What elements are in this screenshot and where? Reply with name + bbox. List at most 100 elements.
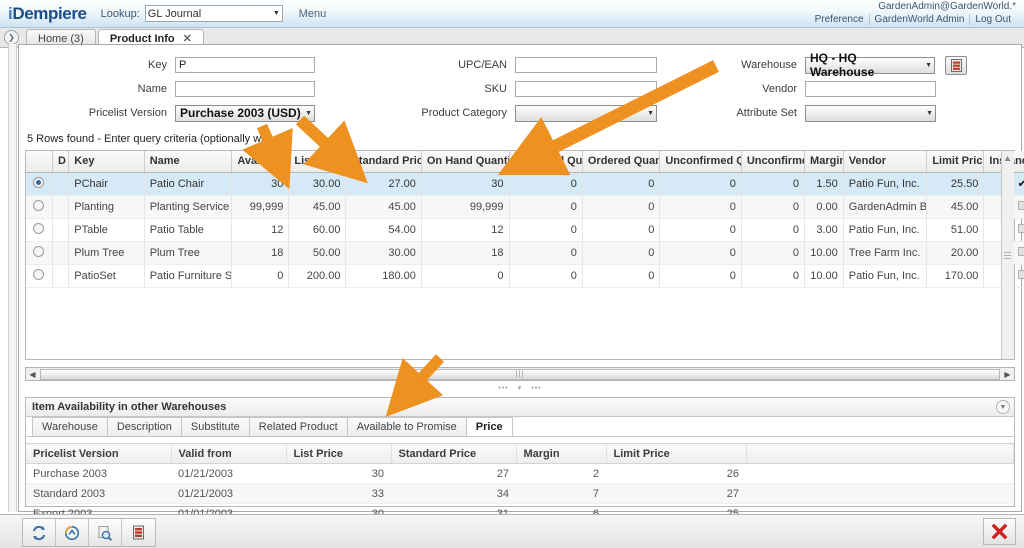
radio-icon[interactable]: [33, 177, 44, 188]
d-column-header[interactable]: D: [52, 151, 68, 172]
price-table: Pricelist VersionValid fromList PriceSta…: [26, 443, 1014, 524]
name-input[interactable]: [175, 81, 315, 97]
price-cell-valid-from: 01/21/2003: [171, 464, 286, 484]
detail-tab-price[interactable]: Price: [466, 417, 513, 436]
splitter-handle[interactable]: ▾: [518, 384, 523, 392]
row-select-radio[interactable]: [26, 218, 52, 241]
warehouse-select[interactable]: HQ - HQ Warehouse ▼: [805, 57, 935, 74]
lookup-select[interactable]: GL Journal ▼: [145, 5, 283, 22]
scroll-left-icon[interactable]: ◀: [26, 370, 39, 379]
table-row[interactable]: PlantingPlanting Service99,99945.0045.00…: [26, 195, 1024, 218]
close-window-button[interactable]: [983, 518, 1016, 545]
drop-ship-cell[interactable]: [52, 218, 68, 241]
price-table-row[interactable]: Standard 200301/21/20033334727: [26, 484, 1014, 504]
grid-horizontal-scrollbar[interactable]: ◀ ||| ▶: [25, 367, 1015, 381]
detail-tab-available-to-promise[interactable]: Available to Promise: [347, 417, 467, 436]
checkbox-icon[interactable]: [1018, 224, 1024, 233]
select-column-header[interactable]: [26, 151, 52, 172]
table-row[interactable]: PTablePatio Table1260.0054.001200003.00P…: [26, 218, 1024, 241]
table-row[interactable]: PatioSetPatio Furniture Set0200.00180.00…: [26, 264, 1024, 287]
logout-link[interactable]: Log Out: [969, 14, 1016, 25]
app-logo: iDempiere: [8, 4, 87, 24]
splitter-dots-right: •••: [531, 385, 541, 392]
key-column-header[interactable]: Key: [69, 151, 144, 172]
product-category-select[interactable]: ▼: [515, 105, 657, 122]
vendor-input[interactable]: [805, 81, 936, 97]
unconfirmed-mo-column-header[interactable]: Unconfirmed Mo: [741, 151, 804, 172]
price-cell-spacer: [746, 484, 1014, 504]
search-criteria-form: Key P UPC/EAN Warehouse HQ - HQ Warehous…: [19, 45, 1021, 127]
table-row[interactable]: PChairPatio Chair3030.0027.003000001.50P…: [26, 172, 1024, 195]
row-select-radio[interactable]: [26, 172, 52, 195]
radio-icon[interactable]: [33, 223, 44, 234]
drop-ship-cell[interactable]: [52, 172, 68, 195]
detail-tab-related-product[interactable]: Related Product: [249, 417, 348, 436]
pricelist-version-column-header[interactable]: Pricelist Version: [26, 444, 171, 464]
detail-tab-substitute[interactable]: Substitute: [181, 417, 250, 436]
panel-splitter[interactable]: ••• ▾ •••: [25, 383, 1015, 393]
detail-tab-warehouse[interactable]: Warehouse: [32, 417, 108, 436]
scroll-right-icon[interactable]: ▶: [1001, 370, 1014, 379]
cell-unconfirmed-qty: 0: [660, 172, 742, 195]
checkbox-icon[interactable]: [1018, 270, 1024, 279]
available-column-header[interactable]: Available: [232, 151, 289, 172]
warehouse-lookup-button[interactable]: [945, 56, 967, 75]
result-status-text: 5 Rows found - Enter query criteria (opt…: [19, 127, 1021, 150]
list-price-column-header[interactable]: List Price: [289, 151, 346, 172]
standard-price-column-header[interactable]: Standard Price: [346, 151, 421, 172]
margin-column-header[interactable]: Margin: [516, 444, 606, 464]
ordered-quantity-column-header[interactable]: Ordered Quantity: [582, 151, 659, 172]
cell-on-hand: 18: [421, 241, 509, 264]
name-column-header[interactable]: Name: [144, 151, 232, 172]
zoom-query-button[interactable]: [89, 519, 122, 546]
radio-icon[interactable]: [33, 246, 44, 257]
refresh-button[interactable]: [23, 519, 56, 546]
margin-column-header[interactable]: Margin: [805, 151, 844, 172]
detail-panel-header: Item Availability in other Warehouses ▼: [26, 398, 1014, 417]
scroll-up-icon[interactable]: [1004, 153, 1011, 160]
pricelist-version-select[interactable]: Purchase 2003 (USD) ▼: [175, 105, 315, 122]
valid-from-column-header[interactable]: Valid from: [171, 444, 286, 464]
menu-link[interactable]: Menu: [299, 8, 327, 20]
standard-price-column-header[interactable]: Standard Price: [391, 444, 516, 464]
row-select-radio[interactable]: [26, 195, 52, 218]
price-table-row[interactable]: Purchase 200301/21/20033027226: [26, 464, 1014, 484]
upc-label: UPC/EAN: [355, 59, 515, 71]
detail-tab-description[interactable]: Description: [107, 417, 182, 436]
reset-history-button[interactable]: [56, 519, 89, 546]
grid-vertical-scrollbar[interactable]: [1001, 151, 1014, 359]
scroll-thumb[interactable]: [1004, 251, 1011, 258]
checkbox-icon[interactable]: [1018, 247, 1024, 256]
attribute-set-select[interactable]: ▼: [805, 105, 936, 122]
cell-unconfirmed-qty: 0: [660, 218, 742, 241]
drop-ship-cell[interactable]: [52, 241, 68, 264]
limit-price-column-header[interactable]: Limit Price: [606, 444, 746, 464]
drop-ship-cell[interactable]: [52, 264, 68, 287]
unconfirmed-qty-column-header[interactable]: Unconfirmed Qty: [660, 151, 742, 172]
preference-link[interactable]: Preference: [810, 14, 869, 25]
row-select-radio[interactable]: [26, 241, 52, 264]
checkbox-icon[interactable]: [1018, 201, 1024, 210]
upc-input[interactable]: [515, 57, 657, 73]
hscroll-thumb[interactable]: |||: [40, 369, 1000, 380]
role-link[interactable]: GardenWorld Admin: [869, 14, 970, 25]
drop-ship-cell[interactable]: [52, 195, 68, 218]
table-row[interactable]: Plum TreePlum Tree1850.0030.0018000010.0…: [26, 241, 1024, 264]
cell-name: Plum Tree: [144, 241, 232, 264]
key-input[interactable]: P: [175, 57, 315, 73]
collapse-panel-button[interactable]: ▼: [996, 400, 1010, 414]
list-price-column-header[interactable]: List Price: [286, 444, 391, 464]
cell-limit-price: 51.00: [927, 218, 984, 241]
archive-button[interactable]: [122, 519, 155, 546]
radio-icon[interactable]: [33, 269, 44, 280]
on-hand-quantity-column-header[interactable]: On Hand Quantity: [421, 151, 509, 172]
row-select-radio[interactable]: [26, 264, 52, 287]
sku-input[interactable]: [515, 81, 657, 97]
cell-name: Planting Service: [144, 195, 232, 218]
cell-unconfirmed-mv: 0: [741, 195, 804, 218]
reserved-quantity-column-header[interactable]: Reserved Quantity: [509, 151, 582, 172]
vendor-column-header[interactable]: Vendor: [843, 151, 927, 172]
limit-price-column-header[interactable]: Limit Price: [927, 151, 984, 172]
radio-icon[interactable]: [33, 200, 44, 211]
expand-sidepane-button[interactable]: ❯: [4, 30, 19, 45]
